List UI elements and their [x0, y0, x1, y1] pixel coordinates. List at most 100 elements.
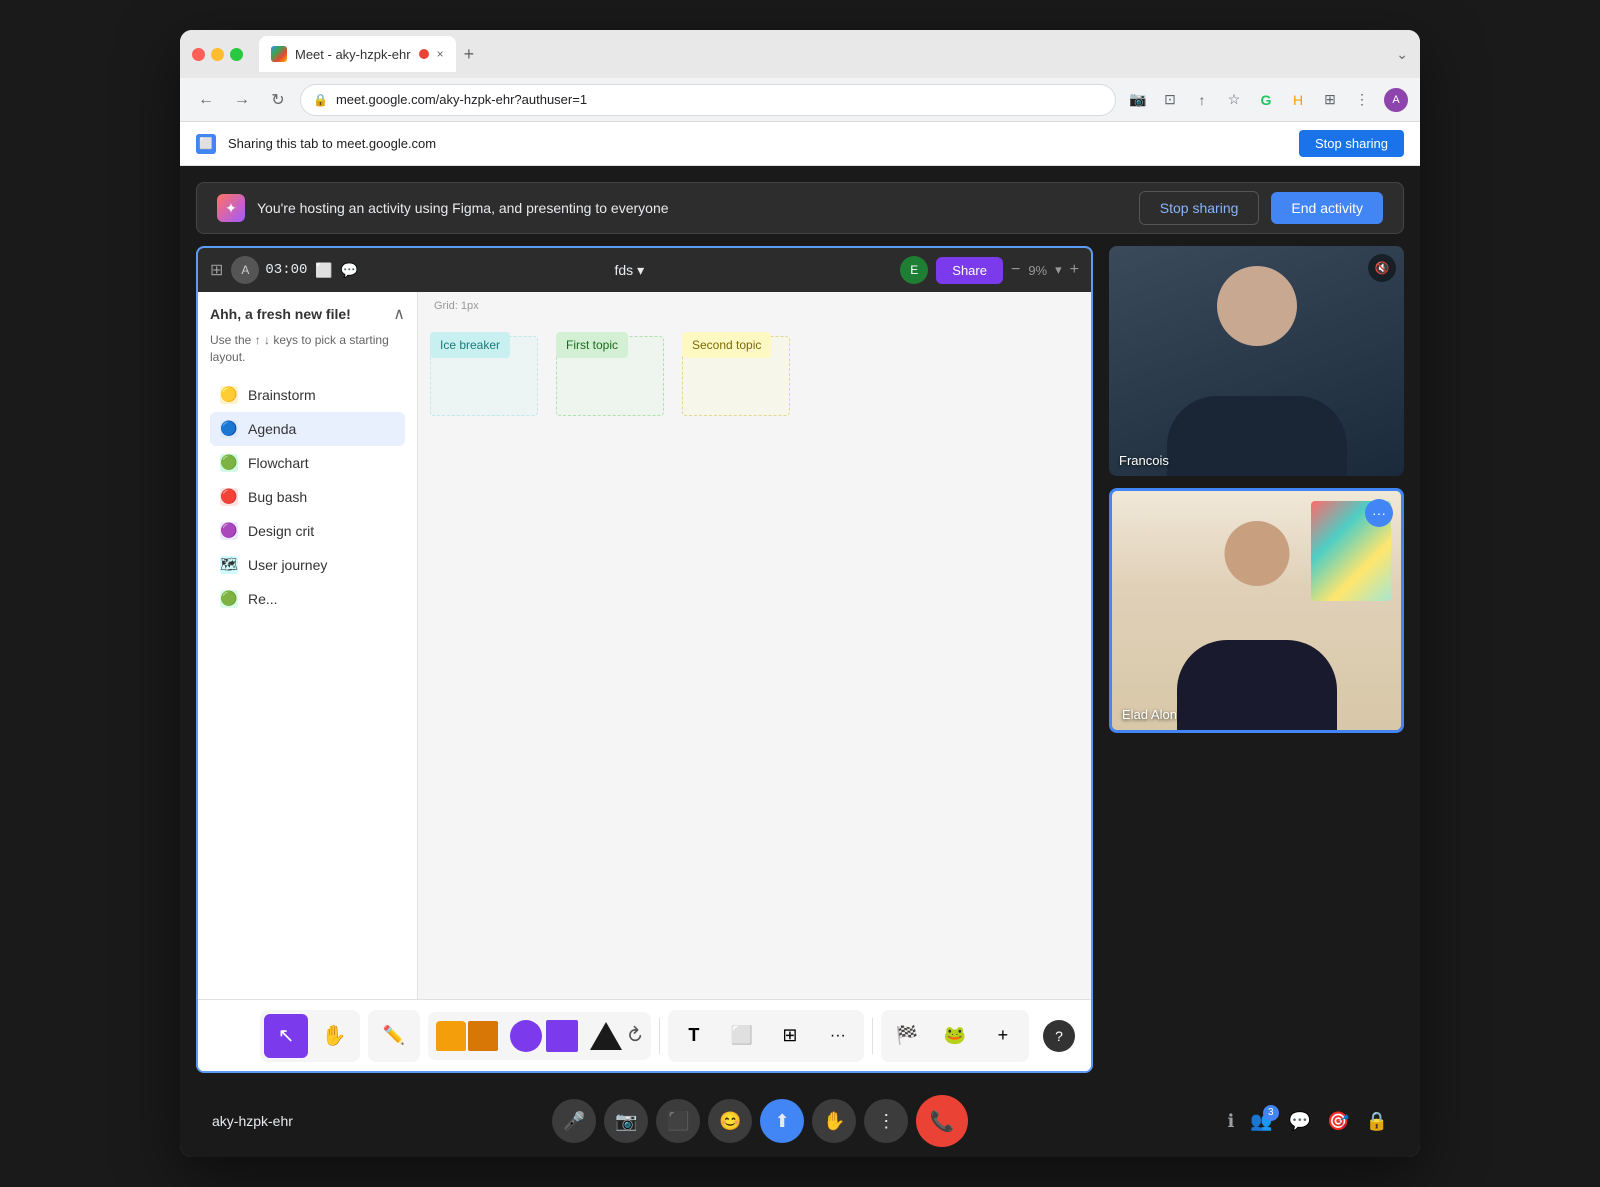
emoji-button[interactable]: 😊 [708, 1099, 752, 1143]
microphone-button[interactable]: 🎤 [552, 1099, 596, 1143]
meet-content: ✦ You're hosting an activity using Figma… [180, 166, 1420, 1157]
canvas-content: Ice breaker First topic [430, 332, 792, 416]
video-tile-elad: Elad Alon ··· [1109, 488, 1404, 733]
more-tools-button[interactable]: ··· [816, 1014, 860, 1058]
figma-content-area: ⊞ A 03:00 ⬜ 💬 fds ▾ E [196, 246, 1093, 1073]
stop-sharing-activity-button[interactable]: Stop sharing [1139, 191, 1260, 225]
sidebar-title: Ahh, a fresh new file! [210, 306, 351, 322]
minimize-traffic-light[interactable] [211, 48, 224, 61]
designcrit-icon: 🟣 [220, 522, 238, 540]
francois-head [1217, 266, 1297, 346]
emoji-sticker-button-1[interactable]: 🏁 [885, 1014, 929, 1058]
honey-icon[interactable]: H [1284, 86, 1312, 114]
end-activity-button[interactable]: End activity [1271, 192, 1383, 224]
purple-shapes [506, 1016, 582, 1056]
raise-hand-button[interactable]: ✋ [812, 1099, 856, 1143]
video-tile-francois: Francois 🔇 [1109, 246, 1404, 476]
userjourney-icon: 🗺 [220, 556, 238, 574]
re-icon: 🟢 [220, 590, 238, 608]
brainstorm-icon: 🟡 [220, 386, 238, 404]
tab-close-button[interactable]: × [437, 47, 444, 61]
add-sticker-button[interactable]: + [981, 1014, 1025, 1058]
chat-button[interactable]: 💬 [1289, 1111, 1311, 1132]
zoom-dropdown-icon: ▾ [1055, 262, 1062, 278]
share-icon[interactable]: ↑ [1188, 86, 1216, 114]
folder-shape-2[interactable] [468, 1021, 498, 1051]
zoom-in-button[interactable]: + [1070, 261, 1079, 279]
bookmark-icon[interactable]: ☆ [1220, 86, 1248, 114]
frame-tool-button[interactable]: ⬜ [720, 1014, 764, 1058]
new-tab-button[interactable]: + [456, 40, 483, 69]
address-bar[interactable]: 🔒 meet.google.com/aky-hzpk-ehr?authuser=… [300, 84, 1116, 116]
activities-button[interactable]: 🎯 [1327, 1111, 1349, 1132]
address-text: meet.google.com/aky-hzpk-ehr?authuser=1 [336, 92, 587, 107]
second-topic-card[interactable]: Second topic [682, 332, 771, 358]
figma-grid-icon[interactable]: ⊞ [210, 260, 223, 280]
figma-share-button[interactable]: Share [936, 257, 1003, 284]
sharing-bar: ⬜ Sharing this tab to meet.google.com St… [180, 122, 1420, 166]
more-options-button[interactable]: ⋮ [864, 1099, 908, 1143]
sidebar-label-brainstorm: Brainstorm [248, 387, 316, 403]
safety-button[interactable]: 🔒 [1366, 1111, 1388, 1132]
sidebar-item-designcrit[interactable]: 🟣 Design crit [210, 514, 405, 548]
toolbar-cursor-group: ↖ ✋ [260, 1010, 360, 1062]
icebreaker-card[interactable]: Ice breaker [430, 332, 510, 358]
zoom-out-button[interactable]: − [1011, 261, 1020, 279]
maximize-traffic-light[interactable] [230, 48, 243, 61]
more-icon[interactable]: ⋮ [1348, 86, 1376, 114]
captions-button[interactable]: ⬛ [656, 1099, 700, 1143]
flowchart-icon: 🟢 [220, 454, 238, 472]
tab-bar: Meet - aky-hzpk-ehr × + [259, 36, 1388, 72]
arrow-shape[interactable]: ↻ [620, 1021, 650, 1051]
emoji-sticker-button-2[interactable]: 🐸 [933, 1014, 977, 1058]
sidebar-close-icon[interactable]: ∧ [393, 304, 405, 324]
participants-button[interactable]: 👥 3 [1250, 1111, 1272, 1132]
cursor-tool-button[interactable]: ↖ [264, 1014, 308, 1058]
sidebar-item-bugbash[interactable]: 🔴 Bug bash [210, 480, 405, 514]
figma-canvas[interactable]: Grid: 1px Ice breaker [418, 292, 1091, 999]
circle-shape[interactable] [510, 1020, 542, 1052]
camera-button[interactable]: 📷 [604, 1099, 648, 1143]
sidebar-item-userjourney[interactable]: 🗺 User journey [210, 548, 405, 582]
sidebar-item-flowchart[interactable]: 🟢 Flowchart [210, 446, 405, 480]
folder-shape[interactable] [436, 1021, 466, 1051]
sidebar-item-brainstorm[interactable]: 🟡 Brainstorm [210, 378, 405, 412]
grammarly-icon[interactable]: G [1252, 86, 1280, 114]
help-button[interactable]: ? [1043, 1020, 1075, 1052]
active-tab[interactable]: Meet - aky-hzpk-ehr × [259, 36, 456, 72]
window-options[interactable]: ⌄ [1396, 46, 1408, 63]
meet-bottombar: aky-hzpk-ehr 🎤 📷 ⬛ 😊 ⬆ ✋ ⋮ 📞 ℹ 👥 3 💬 🎯 [180, 1085, 1420, 1157]
present-button[interactable]: ⬆ [760, 1099, 804, 1143]
info-button[interactable]: ℹ [1227, 1111, 1234, 1132]
end-call-button[interactable]: 📞 [916, 1095, 968, 1147]
stop-sharing-browser-button[interactable]: Stop sharing [1299, 130, 1404, 157]
reload-button[interactable]: ↻ [264, 86, 292, 114]
sidebar-item-agenda[interactable]: 🔵 Agenda [210, 412, 405, 446]
close-traffic-light[interactable] [192, 48, 205, 61]
figma-comment-icon[interactable]: 💬 [341, 262, 358, 279]
elad-options-button[interactable]: ··· [1365, 499, 1393, 527]
profile-avatar[interactable]: A [1384, 88, 1408, 112]
activity-banner-text: You're hosting an activity using Figma, … [257, 200, 1127, 216]
bottom-controls: 🎤 📷 ⬛ 😊 ⬆ ✋ ⋮ 📞 [552, 1095, 968, 1147]
sidebar-item-re[interactable]: 🟢 Re... [210, 582, 405, 616]
hand-tool-button[interactable]: ✋ [312, 1014, 356, 1058]
toolbar-text-group: T ⬜ ⊞ ··· [668, 1010, 864, 1062]
francois-mute-icon: 🔇 [1368, 254, 1396, 282]
text-tool-button[interactable]: T [672, 1014, 716, 1058]
triangle-shape[interactable] [590, 1022, 622, 1050]
pencil-tool-button[interactable]: ✏️ [372, 1014, 416, 1058]
activity-banner: ✦ You're hosting an activity using Figma… [196, 182, 1404, 234]
extensions-icon[interactable]: ⊞ [1316, 86, 1344, 114]
figma-frame-icon[interactable]: ⬜ [315, 262, 332, 279]
pip-icon[interactable]: ⊡ [1156, 86, 1184, 114]
first-topic-card[interactable]: First topic [556, 332, 628, 358]
shape-row [436, 1021, 498, 1051]
square-shape[interactable] [546, 1020, 578, 1052]
cast-icon[interactable]: 📷 [1124, 86, 1152, 114]
elad-name-tag: Elad Alon [1122, 707, 1177, 722]
sidebar-label-bugbash: Bug bash [248, 489, 307, 505]
forward-button[interactable]: → [228, 86, 256, 114]
back-button[interactable]: ← [192, 86, 220, 114]
table-tool-button[interactable]: ⊞ [768, 1014, 812, 1058]
